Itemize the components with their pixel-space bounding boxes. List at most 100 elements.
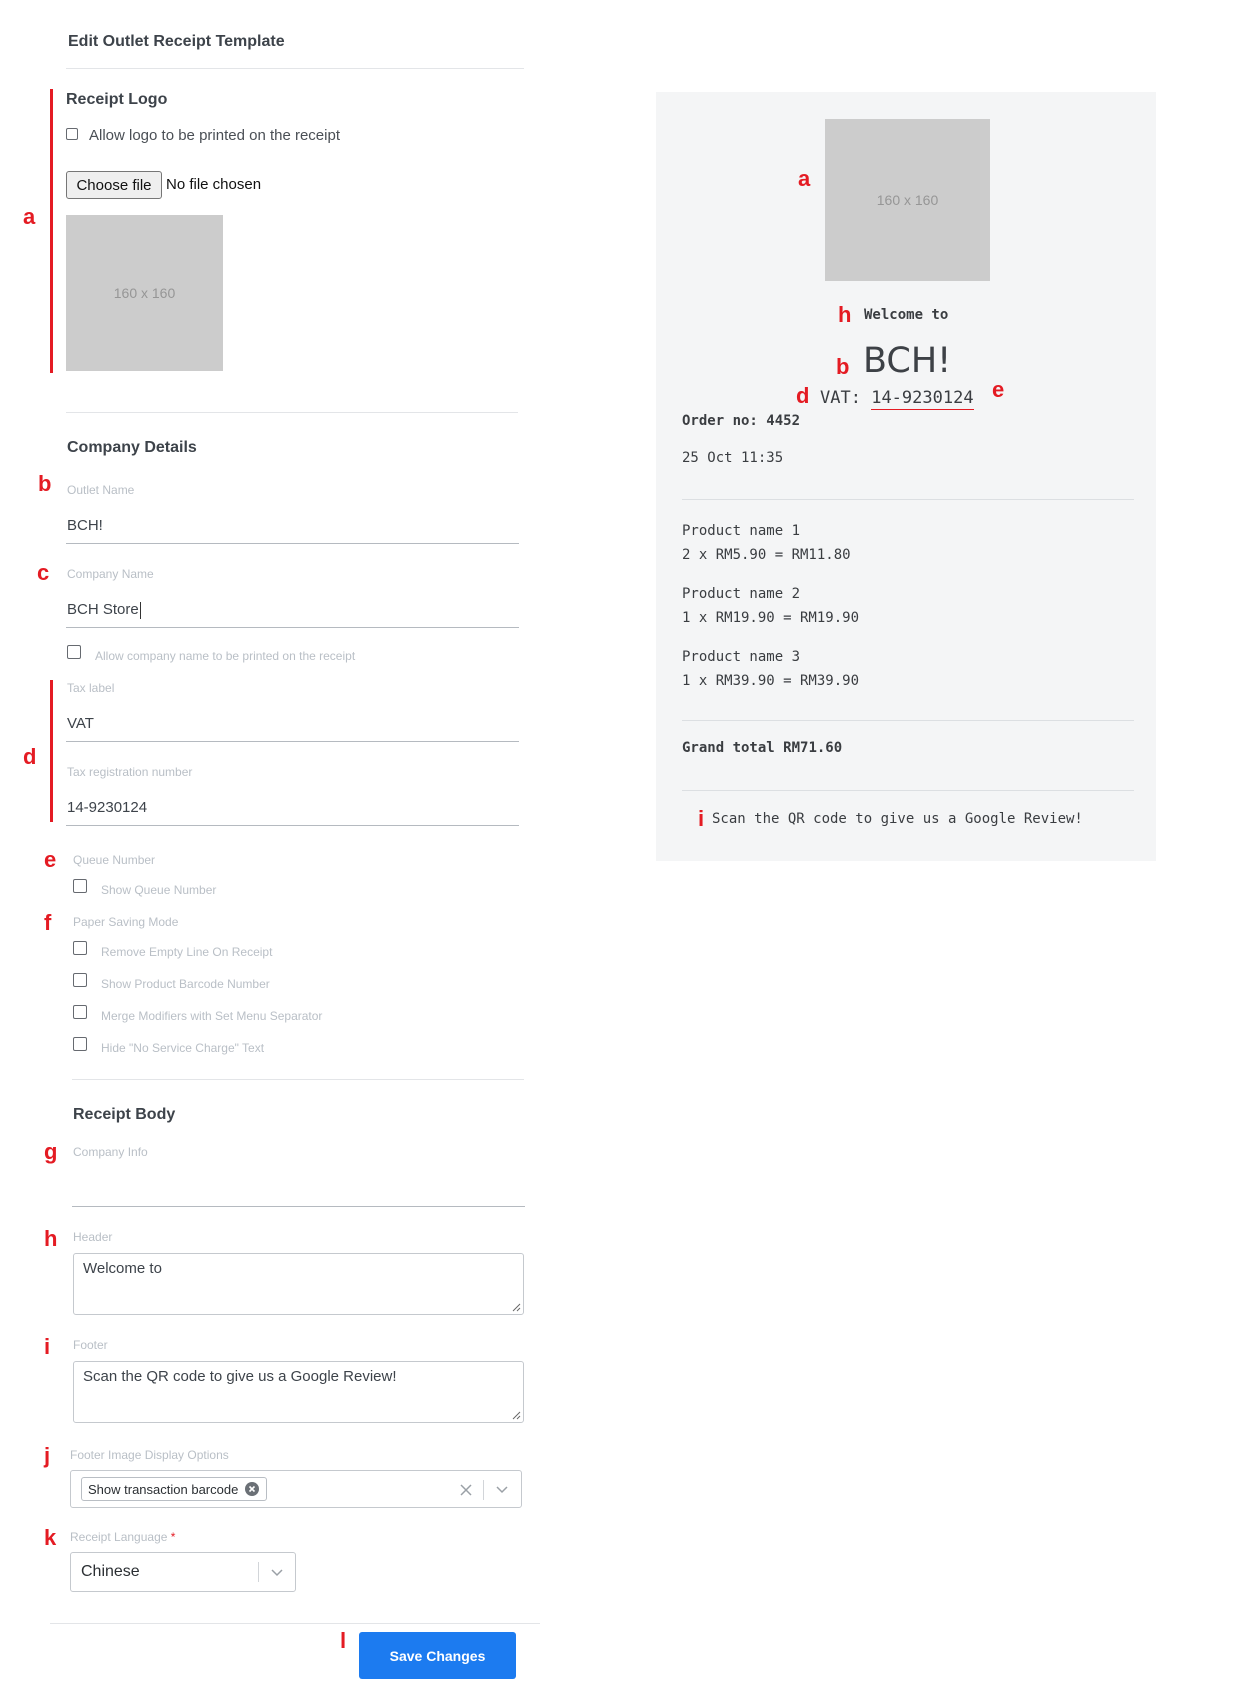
footer-divider	[50, 1623, 540, 1624]
logo-divider	[66, 412, 518, 413]
title-divider	[66, 68, 524, 69]
receipt-language-label: Receipt Language *	[70, 1530, 175, 1544]
marker-j: j	[44, 1443, 51, 1468]
paper-saving-checkbox[interactable]	[73, 973, 87, 987]
resize-handle-icon[interactable]	[511, 1302, 521, 1312]
clear-icon[interactable]	[459, 1483, 473, 1497]
marker-b: b	[836, 354, 850, 379]
item-name: Product name 2	[682, 586, 801, 602]
marker-b: b	[38, 471, 52, 496]
outlet-name-underline	[66, 543, 519, 544]
footer-label: Footer	[73, 1338, 108, 1352]
marker-c: c	[37, 560, 50, 585]
header-label: Header	[73, 1230, 113, 1244]
company-name-underline	[66, 627, 519, 628]
item-name: Product name 1	[682, 523, 801, 539]
paper-saving-option: Remove Empty Line On Receipt	[101, 945, 273, 959]
receipt-datetime: 25 Oct 11:35	[682, 450, 784, 466]
text-cursor	[139, 601, 141, 619]
marker-a: a	[798, 166, 811, 191]
receipt-divider	[682, 499, 1134, 500]
choose-file-button[interactable]: Choose file	[66, 171, 162, 199]
receipt-item: Product name 2 1 x RM19.90 = RM19.90	[682, 582, 859, 630]
tax-label-label: Tax label	[67, 681, 115, 695]
footer-image-label: Footer Image Display Options	[70, 1448, 229, 1462]
receipt-order-no: Order no: 4452	[682, 413, 800, 429]
chevron-down-icon[interactable]	[495, 1484, 509, 1496]
grand-total-value: RM71.60	[783, 740, 843, 756]
item-name: Product name 3	[682, 649, 801, 665]
header-textarea-value: Welcome to	[83, 1260, 162, 1277]
company-name-input[interactable]: BCH Store	[67, 601, 141, 619]
outlet-name-label: Outlet Name	[67, 483, 135, 497]
marker-bar-a	[50, 89, 53, 373]
company-info-label: Company Info	[73, 1145, 148, 1159]
receipt-body-title: Receipt Body	[73, 1106, 176, 1123]
receipt-header: Welcome to	[864, 307, 949, 323]
marker-bar-d	[50, 680, 53, 822]
chip-label: Show transaction barcode	[88, 1481, 239, 1497]
receipt-item: Product name 3 1 x RM39.90 = RM39.90	[682, 645, 859, 693]
paper-saving-checkbox[interactable]	[73, 1005, 87, 1019]
marker-l: l	[340, 1628, 347, 1653]
show-queue-checkbox[interactable]	[73, 879, 87, 893]
tax-reg-label: Tax registration number	[67, 765, 193, 779]
receipt-logo-title: Receipt Logo	[66, 91, 168, 108]
receipt-tax-label: VAT:	[820, 388, 861, 408]
receipt-footer: Scan the QR code to give us a Google Rev…	[712, 811, 1083, 827]
allow-company-checkbox[interactable]	[67, 645, 81, 659]
receipt-divider	[682, 720, 1134, 721]
marker-f: f	[44, 910, 52, 935]
marker-e: e	[44, 847, 57, 872]
marker-g: g	[44, 1139, 58, 1164]
selected-option-chip: Show transaction barcode	[81, 1477, 268, 1501]
company-divider	[72, 1079, 524, 1080]
order-no-value: 4452	[766, 413, 801, 429]
item-line: 1 x RM39.90 = RM39.90	[682, 673, 860, 689]
item-line: 2 x RM5.90 = RM11.80	[682, 547, 851, 563]
remove-chip-icon[interactable]	[244, 1481, 260, 1497]
page-title: Edit Outlet Receipt Template	[68, 33, 285, 50]
allow-logo-label: Allow logo to be printed on the receipt	[89, 127, 340, 144]
tax-reg-underline	[66, 825, 519, 826]
marker-h: h	[838, 302, 852, 327]
save-changes-button[interactable]: Save Changes	[359, 1632, 516, 1679]
marker-h: h	[44, 1226, 58, 1251]
company-info-input[interactable]	[73, 1174, 523, 1198]
allow-logo-checkbox[interactable]	[66, 128, 78, 140]
receipt-language-value: Chinese	[81, 1563, 140, 1580]
item-line: 1 x RM19.90 = RM19.90	[682, 610, 860, 626]
paper-saving-checkbox[interactable]	[73, 941, 87, 955]
tax-label-input[interactable]: VAT	[67, 715, 94, 732]
receipt-item: Product name 1 2 x RM5.90 = RM11.80	[682, 519, 851, 567]
resize-handle-icon[interactable]	[511, 1410, 521, 1420]
allow-company-label: Allow company name to be printed on the …	[95, 649, 356, 663]
tax-reg-input[interactable]: 14-9230124	[67, 799, 147, 816]
logo-placeholder-image: 160 x 160	[66, 215, 223, 371]
footer-image-multiselect[interactable]: Show transaction barcode	[70, 1470, 522, 1508]
grand-total-label: Grand total	[682, 740, 775, 756]
select-separator	[258, 1562, 259, 1582]
outlet-name-input[interactable]: BCH!	[67, 517, 103, 534]
paper-saving-label: Paper Saving Mode	[73, 915, 179, 929]
required-mark: *	[170, 1530, 176, 1544]
order-no-label: Order no:	[682, 413, 758, 429]
receipt-tax-line: VAT: 14-9230124	[820, 388, 974, 410]
receipt-divider	[682, 790, 1134, 791]
receipt-language-select[interactable]: Chinese	[70, 1552, 296, 1592]
company-name-label: Company Name	[67, 567, 154, 581]
header-textarea[interactable]: Welcome to	[73, 1253, 524, 1315]
marker-i: i	[44, 1334, 51, 1359]
receipt-logo-placeholder: 160 x 160	[825, 119, 990, 281]
marker-e: e	[992, 377, 1005, 402]
receipt-preview: a 160 x 160 h Welcome to b BCH! d VAT: 1…	[656, 92, 1156, 861]
marker-d: d	[23, 744, 37, 769]
paper-saving-checkbox[interactable]	[73, 1037, 87, 1051]
company-details-title: Company Details	[67, 439, 197, 456]
receipt-tax-number: 14-9230124	[871, 388, 974, 410]
receipt-logo-text: 160 x 160	[876, 192, 939, 208]
chevron-down-icon[interactable]	[270, 1567, 284, 1579]
footer-textarea[interactable]: Scan the QR code to give us a Google Rev…	[73, 1361, 524, 1423]
receipt-grand-total: Grand total RM71.60	[682, 740, 842, 756]
company-name-value: BCH Store	[67, 601, 139, 618]
